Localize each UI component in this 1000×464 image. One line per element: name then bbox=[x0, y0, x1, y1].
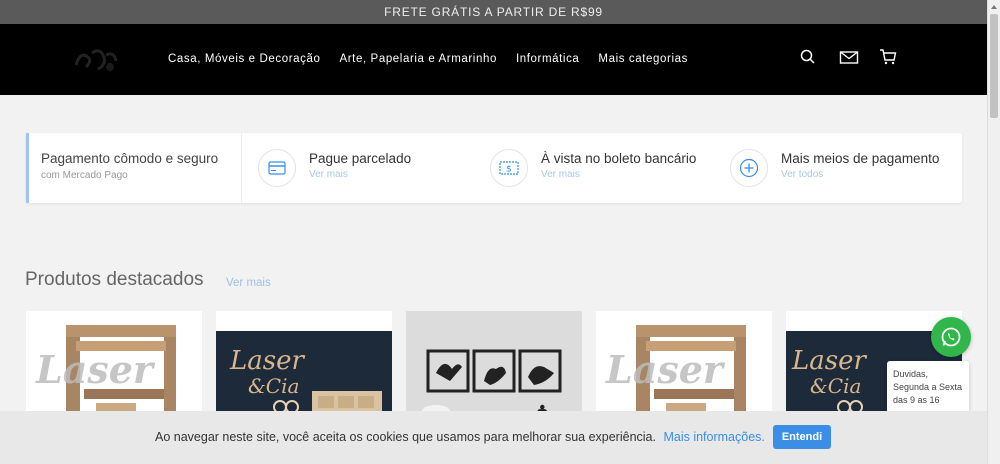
product-card[interactable]: Laser &Cia bbox=[216, 311, 392, 421]
payment-title: Pagamento cômodo e seguro bbox=[41, 151, 219, 166]
payment-info: Pagamento cômodo e seguro com Mercado Pa… bbox=[26, 133, 242, 203]
nav-arte-papelaria-armarinho[interactable]: Arte, Papelaria e Armarinho bbox=[339, 53, 496, 65]
svg-text:Laser: Laser bbox=[605, 347, 726, 392]
search-icon[interactable] bbox=[799, 48, 817, 66]
whatsapp-icon bbox=[941, 327, 961, 347]
payment-option-link[interactable]: Ver mais bbox=[309, 169, 348, 180]
svg-text:&Cia: &Cia bbox=[248, 374, 299, 398]
site-header: Casa, Móveis e Decoração Arte, Papelaria… bbox=[0, 24, 987, 95]
cookie-message-row: Ao navegar neste site, você aceita os co… bbox=[155, 430, 765, 444]
payment-banner: Pagamento cômodo e seguro com Mercado Pa… bbox=[26, 133, 962, 203]
svg-text:Laser: Laser bbox=[229, 346, 305, 376]
plus-circle-icon bbox=[730, 149, 768, 187]
product-card[interactable]: ♣ bbox=[406, 311, 582, 421]
whatsapp-tooltip: Duvidas, Segunda a Sexta das 9 as 16 bbox=[887, 361, 969, 413]
scroll-up-arrow-icon[interactable] bbox=[991, 5, 997, 9]
nav-mais-categorias[interactable]: Mais categorias bbox=[598, 53, 688, 65]
payment-option-title: Mais meios de pagamento bbox=[781, 151, 940, 166]
payment-subtitle: com Mercado Pago bbox=[41, 170, 128, 181]
payment-option-link[interactable]: Ver mais bbox=[541, 169, 580, 180]
payment-option-title: À vista no boleto bancário bbox=[541, 151, 697, 166]
cookie-accept-button[interactable]: Entendi bbox=[773, 425, 831, 449]
payment-option-link[interactable]: Ver todos bbox=[781, 169, 823, 180]
product-card[interactable]: Laser bbox=[26, 311, 202, 421]
bird-frames-image: ♣ bbox=[406, 311, 582, 421]
announcement-bar: FRETE GRÁTIS A PARTIR DE R$99 bbox=[0, 0, 987, 24]
scrollbar-thumb[interactable] bbox=[990, 14, 998, 118]
cookie-banner: Ao navegar neste site, você aceita os co… bbox=[0, 411, 987, 464]
payment-option-title: Pague parcelado bbox=[309, 151, 412, 166]
svg-text:&Cia: &Cia bbox=[810, 374, 861, 398]
nav-informatica[interactable]: Informática bbox=[516, 53, 579, 65]
header-actions bbox=[799, 48, 897, 66]
laser-cia-sign-image: Laser &Cia bbox=[216, 311, 392, 421]
cart-icon[interactable] bbox=[879, 48, 897, 66]
main-nav: Casa, Móveis e Decoração Arte, Papelaria… bbox=[168, 53, 688, 65]
svg-text:Laser: Laser bbox=[791, 346, 867, 376]
credit-card-icon bbox=[258, 149, 296, 187]
featured-see-more-link[interactable]: Ver mais bbox=[226, 277, 271, 289]
svg-text:$: $ bbox=[506, 165, 512, 175]
svg-text:Laser: Laser bbox=[35, 347, 156, 392]
featured-title: Produtos destacados bbox=[25, 269, 204, 290]
store-logo[interactable] bbox=[70, 43, 122, 77]
laser-engraver-image: Laser bbox=[596, 311, 772, 421]
nav-casa-moveis-decoracao[interactable]: Casa, Móveis e Decoração bbox=[168, 53, 320, 65]
whatsapp-button[interactable] bbox=[931, 317, 971, 357]
boleto-icon: $ bbox=[490, 149, 528, 187]
cookie-more-info-link[interactable]: Mais informações. bbox=[663, 430, 764, 444]
product-card[interactable]: Laser bbox=[596, 311, 772, 421]
mail-icon[interactable] bbox=[839, 48, 859, 66]
laser-engraver-image: Laser bbox=[26, 311, 202, 421]
cookie-message: Ao navegar neste site, você aceita os co… bbox=[155, 430, 656, 444]
page-scrollbar[interactable] bbox=[987, 0, 1000, 464]
